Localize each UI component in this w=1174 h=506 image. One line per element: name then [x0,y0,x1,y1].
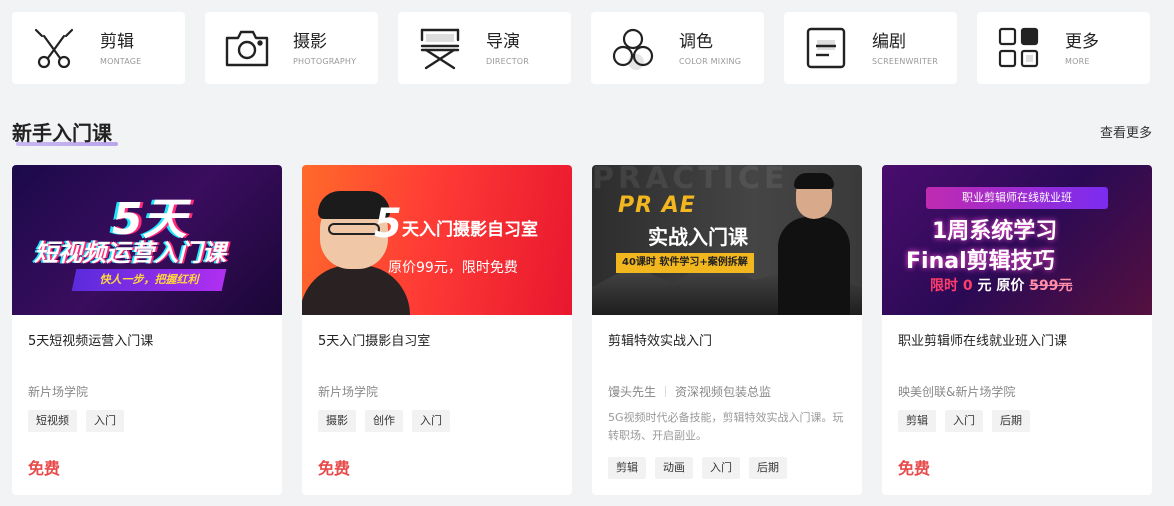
course-author: 馒头先生 资深视频包装总监 [608,383,771,400]
script-icon [802,24,850,72]
course-card[interactable]: 5 天入门摄影自习室 原价99元，限时免费 5天入门摄影自习室 新片场学院 摄影… [302,165,572,495]
scissors-icon [30,24,78,72]
category-label: 调色 [679,31,713,52]
course-tags: 剪辑 动画 入门 后期 [608,457,796,479]
course-author: 映美创联&新片场学院 [898,385,1016,399]
author-name: 馒头先生 [608,385,657,399]
category-label: 剪辑 [100,31,134,52]
category-sublabel: DIRECTOR [486,56,530,66]
category-bar: 剪辑 MONTAGE 摄影 PHOTOGRAPHY 导演 DIRECTOR 调色… [12,12,1150,84]
thumb-background-text: PRACTICE [592,165,789,196]
course-tag[interactable]: 入门 [86,410,124,432]
thumb-banner-text: 40课时 软件学习+案例拆解 [616,253,754,273]
category-director[interactable]: 导演 DIRECTOR [398,12,571,84]
category-sublabel: MONTAGE [100,56,142,66]
course-author: 新片场学院 [28,385,89,399]
course-tags: 短视频 入门 [28,410,133,432]
thumb-subheadline: 天入门摄影自习室 [402,220,538,240]
category-label: 编剧 [872,31,906,52]
course-thumbnail: 5天 短视频运营入门课 快人一步，把握红利 [12,165,282,315]
section-title: 新手入门课 [12,117,118,146]
course-tag[interactable]: 后期 [749,457,787,479]
course-tag[interactable]: 摄影 [318,410,356,432]
category-photography[interactable]: 摄影 PHOTOGRAPHY [205,12,378,84]
course-title[interactable]: 5天短视频运营入门课 [28,330,153,349]
thumb-headline: 5 [374,201,402,247]
category-label: 更多 [1065,31,1099,52]
course-tags: 摄影 创作 入门 [318,410,459,432]
course-tag[interactable]: 入门 [412,410,450,432]
category-label: 摄影 [293,31,327,52]
category-montage[interactable]: 剪辑 MONTAGE [12,12,185,84]
author-role: 资深视频包装总监 [675,385,772,399]
grid-more-icon [995,24,1043,72]
thumb-original-price: 599元 [1029,278,1073,294]
category-sublabel: MORE [1065,56,1090,66]
course-title[interactable]: 职业剪辑师在线就业班入门课 [898,330,1067,349]
course-card[interactable]: 5天 短视频运营入门课 快人一步，把握红利 5天短视频运营入门课 新片场学院 短… [12,165,282,495]
course-thumbnail: 5 天入门摄影自习室 原价99元，限时免费 [302,165,572,315]
category-label: 导演 [486,31,520,52]
course-tag[interactable]: 入门 [945,410,983,432]
thumb-banner: 快人一步，把握红利 [71,269,227,291]
category-sublabel: PHOTOGRAPHY [293,56,357,66]
color-circles-icon [609,24,657,72]
thumb-banner: 职业剪辑师在线就业班 [926,187,1108,209]
thumb-price-label: 限时 [930,278,958,294]
course-author: 新片场学院 [318,385,379,399]
course-tag[interactable]: 后期 [992,410,1030,432]
course-tag[interactable]: 动画 [655,457,693,479]
thumb-subheadline: Final剪辑技巧 [906,249,1055,274]
person-illustration [778,173,850,315]
thumb-subheadline: 实战入门课 [648,225,748,249]
course-list: 5天 短视频运营入门课 快人一步，把握红利 5天短视频运营入门课 新片场学院 短… [12,165,1152,495]
course-title[interactable]: 剪辑特效实战入门 [608,330,712,349]
category-screenwriter[interactable]: 编剧 SCREENWRITER [784,12,957,84]
course-title[interactable]: 5天入门摄影自习室 [318,330,430,349]
thumb-price-unit: 元 [977,278,992,294]
thumb-headline: 1周系统学习 [932,219,1058,244]
thumb-subheadline: 短视频运营入门课 [34,239,226,267]
divider [665,386,667,397]
course-tag[interactable]: 短视频 [28,410,77,432]
thumb-original-label: 原价 [996,278,1025,294]
thumb-banner-text: 原价99元，限时免费 [388,260,518,276]
category-sublabel: SCREENWRITER [872,56,939,66]
course-tags: 剪辑 入门 后期 [898,410,1039,432]
course-tag[interactable]: 创作 [365,410,403,432]
camera-icon [223,24,271,72]
course-thumbnail: 职业剪辑师在线就业班 1周系统学习 Final剪辑技巧 限时 0 元 原价 59… [882,165,1152,315]
thumb-banner-text: 快人一步，把握红利 [99,273,199,286]
thumb-price-value: 0 [962,278,973,294]
category-color-mixing[interactable]: 调色 COLOR MIXING [591,12,764,84]
section-title-text: 新手入门课 [12,121,112,145]
course-card[interactable]: 职业剪辑师在线就业班 1周系统学习 Final剪辑技巧 限时 0 元 原价 59… [882,165,1152,495]
thumb-price-line: 限时 0 元 原价 599元 [930,275,1072,295]
course-tag[interactable]: 剪辑 [608,457,646,479]
course-tag[interactable]: 剪辑 [898,410,936,432]
thumb-headline: PR AE [618,193,696,218]
course-price: 免费 [318,459,351,478]
see-more-link[interactable]: 查看更多 [1100,122,1152,141]
person-glasses [328,223,380,235]
course-price: 免费 [898,459,931,478]
course-thumbnail: PRACTICE PR AE 实战入门课 40课时 软件学习+案例拆解 [592,165,862,315]
category-sublabel: COLOR MIXING [679,56,742,66]
course-description: 5G视频时代必备技能，剪辑特效实战入门课。玩转职场、开启副业。 [608,411,844,442]
course-price: 免费 [28,459,61,478]
course-tag[interactable]: 入门 [702,457,740,479]
course-card[interactable]: PRACTICE PR AE 实战入门课 40课时 软件学习+案例拆解 剪辑特效… [592,165,862,495]
director-chair-icon [416,24,464,72]
category-more[interactable]: 更多 MORE [977,12,1150,84]
